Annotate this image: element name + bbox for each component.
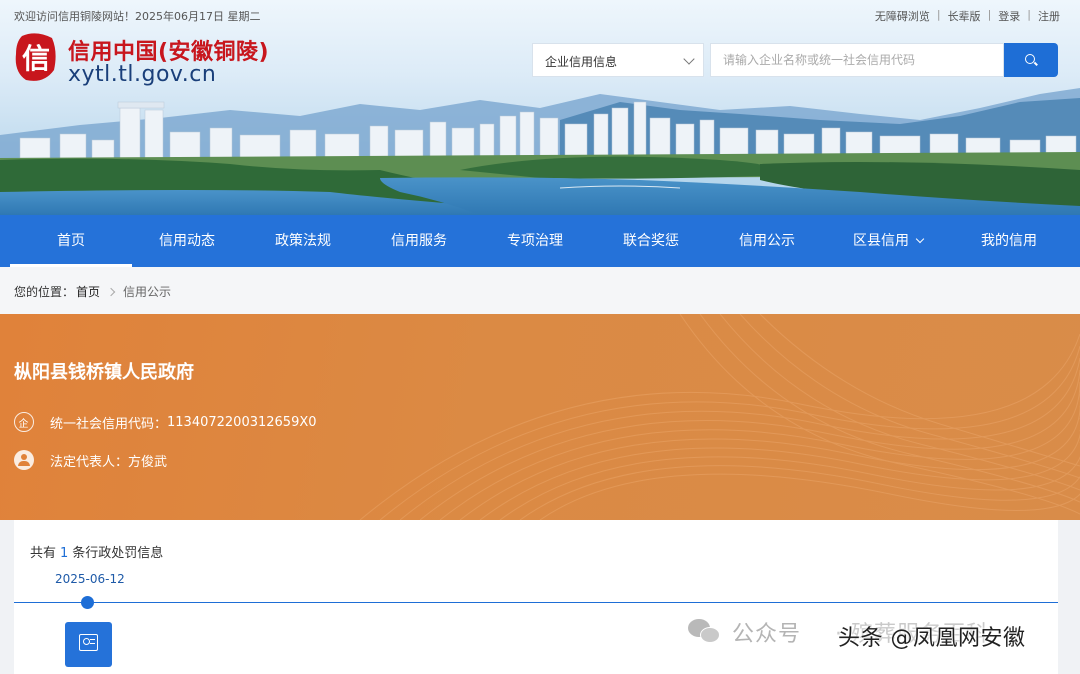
entity-info-banner: 枞阳县钱桥镇人民政府 企 统一社会信用代码： 1134072200312659X0… xyxy=(0,314,1080,520)
wechat-icon xyxy=(688,619,722,645)
nav-item-district-credit[interactable]: 区县信用 xyxy=(838,215,938,267)
divider: | xyxy=(987,8,992,21)
credit-code-row: 企 统一社会信用代码： 1134072200312659X0 xyxy=(14,412,317,432)
nav-item-label: 信用服务 xyxy=(391,233,447,249)
nav-item-label: 专项治理 xyxy=(507,233,563,249)
document-icon xyxy=(79,634,98,651)
watermark: 公众号 · 殡葬服务百科 头条 @凤凰网安徽 xyxy=(688,612,1025,652)
nav-item-joint-rewards[interactable]: 联合奖惩 xyxy=(606,215,696,267)
register-link[interactable]: 注册 xyxy=(1038,8,1060,24)
search-bar: 企业信用信息 xyxy=(532,43,1058,77)
search-category-select[interactable]: 企业信用信息 xyxy=(532,43,704,77)
nav-item-home[interactable]: 首页 xyxy=(0,215,142,267)
header-banner: 欢迎访问信用铜陵网站！2025年06月17日 星期二 无障碍浏览 | 长辈版 |… xyxy=(0,0,1080,215)
person-icon xyxy=(14,450,34,470)
divider: | xyxy=(1027,8,1031,21)
nav-item-label: 首页 xyxy=(57,233,85,249)
legal-rep-label: 法定代表人： xyxy=(50,454,129,470)
record-count-suffix: 条行政处罚信息 xyxy=(72,546,164,561)
top-bar: 欢迎访问信用铜陵网站！2025年06月17日 星期二 无障碍浏览 | 长辈版 |… xyxy=(0,0,1080,30)
breadcrumb-current: 信用公示 xyxy=(123,285,172,299)
timeline-line xyxy=(14,602,1058,603)
svg-text:信: 信 xyxy=(22,42,50,75)
chevron-down-icon xyxy=(915,234,925,244)
nav-item-label: 联合奖惩 xyxy=(623,233,679,249)
search-category-value: 企业信用信息 xyxy=(545,55,618,69)
watermark-wechat-label: 公众号 xyxy=(732,622,802,647)
welcome-message: 欢迎访问信用铜陵网站！ xyxy=(14,10,135,23)
record-count: 共有 1 条行政处罚信息 xyxy=(30,542,163,561)
chevron-down-icon xyxy=(683,53,695,65)
nav-item-label: 政策法规 xyxy=(275,233,331,249)
nav-item-label: 我的信用 xyxy=(981,233,1037,249)
nav-item-credit-service[interactable]: 信用服务 xyxy=(374,215,464,267)
search-button[interactable] xyxy=(1004,43,1058,77)
legal-rep-row: 法定代表人： 方俊武 xyxy=(14,450,167,470)
timeline-date: 2025-06-12 xyxy=(55,572,125,586)
entity-name: 枞阳县钱桥镇人民政府 xyxy=(14,362,194,383)
search-input[interactable] xyxy=(710,43,1004,77)
search-icon xyxy=(1025,54,1035,64)
credit-code-label: 统一社会信用代码： xyxy=(50,416,168,432)
breadcrumb: 您的位置： 首页 信用公示 xyxy=(0,267,1080,314)
top-links: 无障碍浏览 | 长辈版 | 登录 | 注册 xyxy=(875,8,1060,24)
logo-seal-icon: 信 xyxy=(15,33,56,81)
divider: | xyxy=(936,8,941,21)
main-nav: 首页 信用动态 政策法规 信用服务 专项治理 联合奖惩 信用公示 区县信用 我的… xyxy=(0,215,1080,267)
login-link[interactable]: 登录 xyxy=(998,8,1020,24)
nav-item-credit-disclosure[interactable]: 信用公示 xyxy=(696,215,838,267)
credit-code-value: 1134072200312659X0 xyxy=(167,414,317,430)
nav-item-label: 信用动态 xyxy=(159,233,215,249)
accessibility-link[interactable]: 无障碍浏览 xyxy=(875,8,930,24)
nav-item-special-governance[interactable]: 专项治理 xyxy=(464,215,606,267)
enterprise-icon: 企 xyxy=(14,412,34,432)
watermark-platform: 头条 @凤凰网安徽 xyxy=(838,626,1026,651)
timeline-dot xyxy=(81,596,94,609)
nav-item-label: 区县信用 xyxy=(853,233,909,249)
breadcrumb-prefix: 您的位置： xyxy=(14,285,75,299)
breadcrumb-home-link[interactable]: 首页 xyxy=(76,283,100,300)
elder-mode-link[interactable]: 长辈版 xyxy=(948,8,981,24)
nav-item-label: 信用公示 xyxy=(739,233,795,249)
legal-rep-value: 方俊武 xyxy=(128,454,168,470)
city-skyline-image xyxy=(0,88,1080,215)
nav-item-credit-news[interactable]: 信用动态 xyxy=(142,215,232,267)
record-count-number: 1 xyxy=(60,546,69,561)
record-count-prefix: 共有 xyxy=(30,546,57,561)
current-date: 2025年06月17日 星期二 xyxy=(135,10,261,23)
enterprise-icon-glyph: 企 xyxy=(18,419,29,430)
nav-item-policy[interactable]: 政策法规 xyxy=(232,215,374,267)
welcome-text: 欢迎访问信用铜陵网站！2025年06月17日 星期二 xyxy=(14,8,261,24)
nav-item-my-credit[interactable]: 我的信用 xyxy=(938,215,1080,267)
record-item[interactable] xyxy=(65,622,112,667)
chevron-right-icon xyxy=(106,287,116,296)
